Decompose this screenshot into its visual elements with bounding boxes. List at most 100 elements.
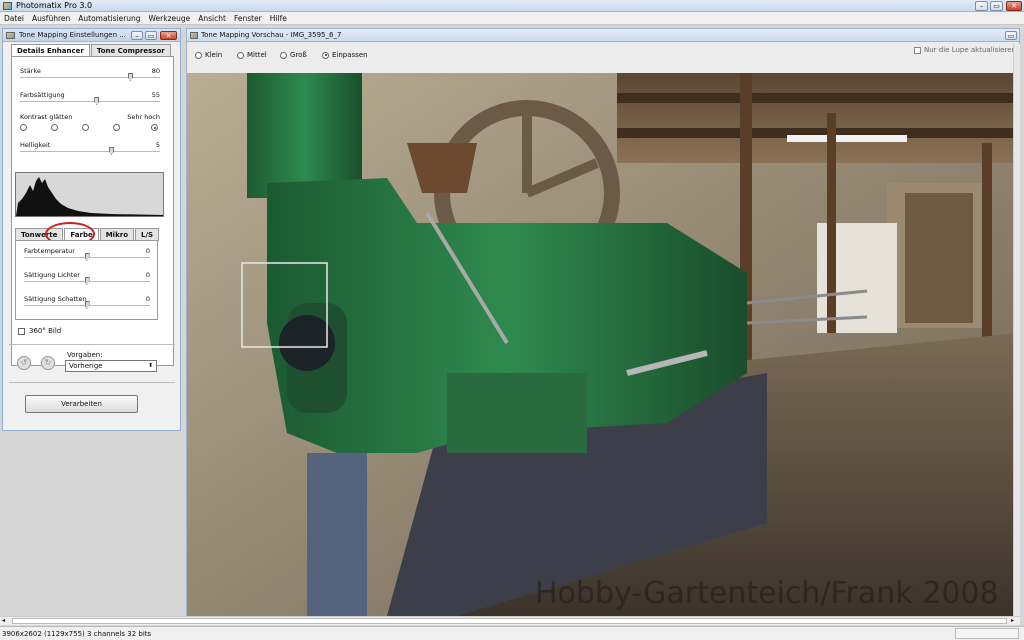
slider-value: 5 — [155, 141, 160, 149]
undo-icon[interactable]: ↺ — [17, 356, 31, 370]
slider-label: Farbtemperatur — [24, 247, 75, 255]
histogram — [15, 172, 164, 217]
slider-thumb[interactable] — [94, 97, 100, 105]
slider-track[interactable] — [20, 77, 160, 79]
checkbox-360[interactable]: 360° Bild — [18, 327, 61, 335]
presets-dropdown[interactable]: Vorherige ⬍ — [65, 360, 157, 372]
app-icon — [3, 2, 12, 10]
divider — [9, 382, 175, 383]
redo-icon[interactable]: ↻ — [41, 356, 55, 370]
loupe-checkbox-label: Nur die Lupe aktualisieren — [924, 46, 1016, 54]
dropdown-arrow-icon: ⬍ — [147, 362, 153, 369]
loupe-only-checkbox[interactable]: Nur die Lupe aktualisieren — [914, 46, 1016, 54]
status-panel — [955, 628, 1019, 639]
tone-mapping-settings-panel: Tone Mapping Einstellungen ... – ▭ ✕ Det… — [2, 28, 181, 431]
panel-minimize-button[interactable]: – — [131, 31, 143, 40]
menu-fenster[interactable]: Fenster — [234, 14, 262, 23]
slider-value: 0 — [145, 295, 150, 303]
size-label: Groß — [290, 51, 307, 59]
color-settings-group: Farbtemperatur 0 Sättigung Lichter 0 Sät… — [15, 240, 158, 320]
size-label: Einpassen — [332, 51, 368, 59]
watermark-text: Hobby-Gartenteich/Frank 2008 — [535, 576, 999, 611]
slider-label: Sättigung Schatten — [24, 295, 87, 303]
divider — [9, 344, 175, 345]
panel-restore-button[interactable]: ▭ — [145, 31, 157, 40]
contrast-radio-2[interactable] — [51, 124, 58, 131]
contrast-smoothing: Kontrast glätten Sehr hoch — [20, 113, 160, 133]
settings-titlebar: Tone Mapping Einstellungen ... – ▭ ✕ — [3, 29, 180, 42]
maximize-button[interactable]: ▭ — [990, 1, 1003, 11]
preview-title: Tone Mapping Vorschau - IMG_3595_6_7 — [201, 31, 342, 39]
contrast-max-label: Sehr hoch — [127, 113, 160, 121]
menu-datei[interactable]: Datei — [4, 14, 24, 23]
slider-label: Farbsättigung — [20, 91, 65, 99]
size-einpassen[interactable]: Einpassen — [322, 51, 368, 59]
menu-ansicht[interactable]: Ansicht — [198, 14, 226, 23]
size-klein[interactable]: Klein — [195, 51, 222, 59]
slider-track[interactable] — [20, 101, 160, 103]
slider-farbsaettigung: Farbsättigung 55 — [20, 91, 160, 105]
slider-staerke: Stärke 80 — [20, 67, 160, 81]
size-mittel[interactable]: Mittel — [237, 51, 267, 59]
contrast-radio-5[interactable] — [151, 124, 158, 131]
radio-einpassen[interactable] — [322, 51, 329, 59]
slider-thumb[interactable] — [128, 73, 133, 81]
radio-gross[interactable] — [280, 51, 287, 59]
menu-ausfuehren[interactable]: Ausführen — [32, 14, 70, 23]
slider-label: Helligkeit — [20, 141, 51, 149]
status-bar: 3906x2602 (1129x755) 3 channels 32 bits — [0, 626, 1024, 640]
slider-value: 55 — [151, 91, 160, 99]
photo-machine-room: Hobby-Gartenteich/Frank 2008 — [187, 73, 1019, 616]
slider-saettigung-lichter: Sättigung Lichter 0 — [24, 271, 150, 285]
menu-bar: Datei Ausführen Automatisierung Werkzeug… — [0, 12, 1024, 25]
slider-saettigung-schatten: Sättigung Schatten 0 — [24, 295, 150, 309]
scroll-left-icon[interactable]: ◂ — [2, 618, 10, 624]
presets-value: Vorherige — [69, 362, 103, 370]
size-label: Klein — [205, 51, 223, 59]
contrast-label: Kontrast glätten — [20, 113, 73, 121]
horizontal-scrollbar[interactable]: ◂ ▸ — [0, 616, 1020, 625]
size-gross[interactable]: Groß — [280, 51, 307, 59]
preview-titlebar: Tone Mapping Vorschau - IMG_3595_6_7 ▭ — [187, 29, 1019, 42]
slider-label: Stärke — [20, 67, 41, 75]
settings-title: Tone Mapping Einstellungen ... — [19, 31, 126, 39]
process-button[interactable]: Verarbeiten — [25, 395, 138, 413]
radio-klein[interactable] — [195, 51, 202, 59]
panel-close-button[interactable]: ✕ — [160, 31, 177, 40]
scroll-right-icon[interactable]: ▸ — [1011, 618, 1019, 624]
contrast-radio-1[interactable] — [20, 124, 27, 131]
status-text: 3906x2602 (1129x755) 3 channels 32 bits — [2, 630, 152, 638]
slider-helligkeit: Helligkeit 5 — [20, 141, 160, 155]
preview-size-options: Klein Mittel Groß Einpassen Nur die Lupe… — [187, 43, 1019, 73]
preview-image[interactable]: Hobby-Gartenteich/Frank 2008 — [187, 73, 1019, 616]
presets-label: Vorgaben: — [67, 351, 103, 359]
contrast-radio-3[interactable] — [82, 124, 89, 131]
slider-thumb[interactable] — [84, 301, 90, 309]
contrast-radio-4[interactable] — [113, 124, 120, 131]
checkbox-360-label: 360° Bild — [29, 327, 62, 335]
close-button[interactable]: ✕ — [1006, 1, 1022, 11]
loupe-checkbox-box[interactable] — [914, 46, 921, 54]
size-label: Mittel — [247, 51, 267, 59]
slider-farbtemperatur: Farbtemperatur 0 — [24, 247, 150, 261]
preview-restore-button[interactable]: ▭ — [1005, 31, 1017, 40]
slider-thumb[interactable] — [109, 147, 115, 155]
window-titlebar: Photomatix Pro 3.0 – ▭ ✕ — [0, 0, 1024, 12]
menu-automatisierung[interactable]: Automatisierung — [78, 14, 140, 23]
menu-werkzeuge[interactable]: Werkzeuge — [149, 14, 191, 23]
preview-vertical-scrollbar[interactable] — [1013, 44, 1020, 616]
radio-mittel[interactable] — [237, 51, 244, 59]
checkbox-360-box[interactable] — [18, 327, 25, 335]
slider-value: 0 — [145, 271, 150, 279]
minimize-button[interactable]: – — [975, 1, 988, 11]
menu-hilfe[interactable]: Hilfe — [270, 14, 287, 23]
slider-thumb[interactable] — [84, 253, 90, 261]
scroll-thumb[interactable] — [12, 618, 1007, 624]
slider-track[interactable] — [20, 151, 160, 153]
slider-label: Sättigung Lichter — [24, 271, 80, 279]
panel-icon — [6, 32, 15, 39]
window-title: Photomatix Pro 3.0 — [16, 1, 93, 10]
slider-thumb[interactable] — [84, 277, 90, 285]
preview-icon — [190, 32, 198, 39]
slider-value: 80 — [151, 67, 160, 75]
